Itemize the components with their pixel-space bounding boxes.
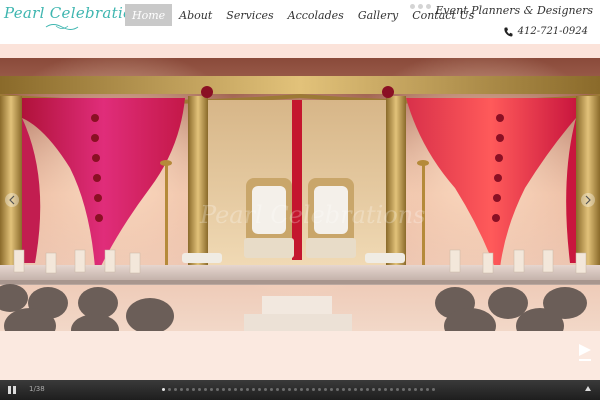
slide-dot[interactable]	[288, 388, 291, 391]
slide-dot[interactable]	[276, 388, 279, 391]
slide-dot[interactable]	[432, 388, 435, 391]
slide-dot[interactable]	[360, 388, 363, 391]
brand-logo[interactable]: Pearl Celebrations	[4, 4, 151, 32]
prev-slide-button[interactable]	[5, 193, 19, 207]
logo-flourish-icon	[45, 24, 79, 30]
caption-area	[0, 331, 600, 380]
slideshow-controls: 1/38	[0, 380, 600, 400]
slide-dot[interactable]	[216, 388, 219, 391]
nav-gallery[interactable]: Gallery	[351, 4, 405, 26]
slide-dot[interactable]	[234, 388, 237, 391]
slide-dot[interactable]	[402, 388, 405, 391]
slide-dot[interactable]	[222, 388, 225, 391]
slide-dot[interactable]	[342, 388, 345, 391]
slide-dot[interactable]	[408, 388, 411, 391]
social-icon-1[interactable]	[410, 4, 415, 9]
slide-dot[interactable]	[270, 388, 273, 391]
mandap-stage-photo: Pearl Celebrations	[0, 58, 600, 331]
phone-icon	[503, 27, 513, 37]
watermark-text: Pearl Celebrations	[199, 201, 426, 229]
expand-icon[interactable]	[585, 386, 591, 391]
slide-dot[interactable]	[420, 388, 423, 391]
play-icon[interactable]	[578, 343, 592, 363]
slide-dot[interactable]	[174, 388, 177, 391]
nav-accolades[interactable]: Accolades	[281, 4, 351, 26]
slide-dot[interactable]	[258, 388, 261, 391]
slide-dot[interactable]	[228, 388, 231, 391]
slide-dot[interactable]	[168, 388, 171, 391]
social-icon-2[interactable]	[418, 4, 423, 9]
page: Pearl Celebrations Home About Services A…	[0, 0, 600, 400]
nav-services[interactable]: Services	[219, 4, 280, 26]
social-icons	[410, 4, 431, 9]
slide-dot[interactable]	[384, 388, 387, 391]
phone-number: 412-721-0924	[517, 26, 588, 37]
slide-dot[interactable]	[312, 388, 315, 391]
slide-dot[interactable]	[354, 388, 357, 391]
slide-dot[interactable]	[246, 388, 249, 391]
pause-icon[interactable]	[8, 386, 16, 394]
slide-dot[interactable]	[294, 388, 297, 391]
slide-dot[interactable]	[210, 388, 213, 391]
slide-dot[interactable]	[318, 388, 321, 391]
slide-dot[interactable]	[252, 388, 255, 391]
slide-dot[interactable]	[390, 388, 393, 391]
slide-dot[interactable]	[336, 388, 339, 391]
slide-dot[interactable]	[162, 388, 165, 391]
header-band	[0, 44, 600, 58]
slide-dot[interactable]	[240, 388, 243, 391]
slide-dot[interactable]	[324, 388, 327, 391]
slide-dot[interactable]	[330, 388, 333, 391]
slide-dot[interactable]	[396, 388, 399, 391]
slide-dot[interactable]	[372, 388, 375, 391]
slide-dot[interactable]	[366, 388, 369, 391]
slideshow-image[interactable]: Pearl Celebrations	[0, 58, 600, 331]
slide-dot[interactable]	[282, 388, 285, 391]
slide-dot[interactable]	[378, 388, 381, 391]
slide-dot[interactable]	[186, 388, 189, 391]
slide-dot[interactable]	[180, 388, 183, 391]
phone-contact[interactable]: 412-721-0924	[503, 26, 588, 37]
slide-dot[interactable]	[348, 388, 351, 391]
slide-dot[interactable]	[204, 388, 207, 391]
slide-dots	[162, 388, 435, 391]
next-slide-button[interactable]	[581, 193, 595, 207]
slide-dot[interactable]	[192, 388, 195, 391]
slide-dot[interactable]	[300, 388, 303, 391]
slide-counter: 1/38	[29, 385, 45, 393]
slide-dot[interactable]	[264, 388, 267, 391]
logo-text: Pearl Celebrations	[4, 4, 151, 22]
slide-dot[interactable]	[414, 388, 417, 391]
slide-dot[interactable]	[306, 388, 309, 391]
slide-dot[interactable]	[198, 388, 201, 391]
nav-about[interactable]: About	[172, 4, 219, 26]
slide-dot[interactable]	[426, 388, 429, 391]
nav-home[interactable]: Home	[125, 4, 173, 26]
site-header: Pearl Celebrations Home About Services A…	[0, 0, 600, 44]
tagline: Event Planners & Designers	[435, 4, 593, 17]
social-icon-3[interactable]	[426, 4, 431, 9]
